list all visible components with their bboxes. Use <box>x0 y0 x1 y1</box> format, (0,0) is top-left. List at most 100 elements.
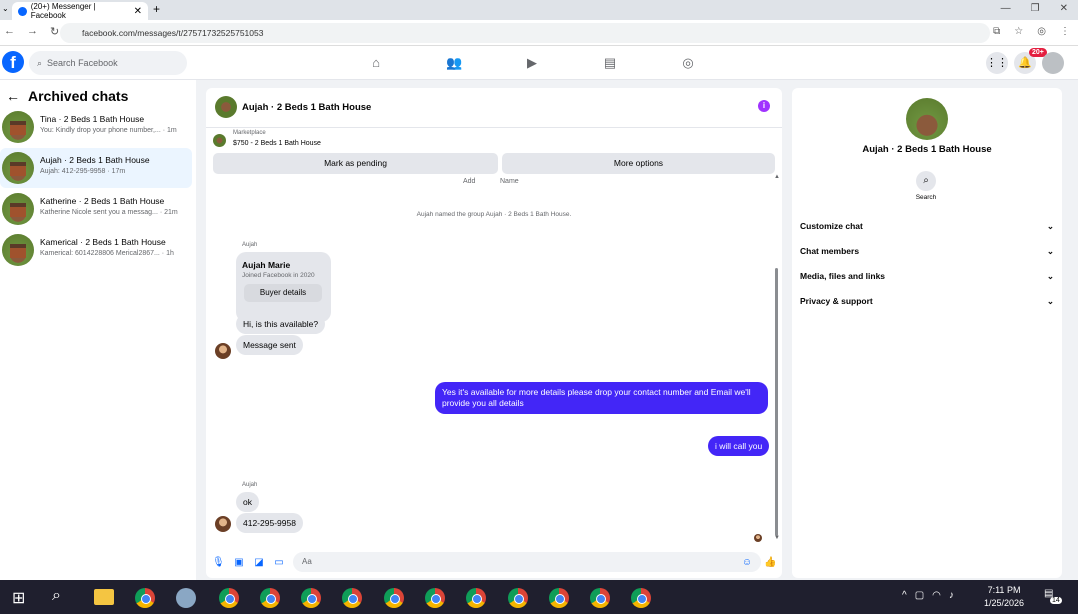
url-field[interactable]: facebook.com/messages/t/2757173252575105… <box>60 23 990 43</box>
listing-title[interactable]: $750 - 2 Beds 1 Bath House <box>233 140 321 147</box>
close-window-button[interactable]: ✕ <box>1060 3 1068 14</box>
chrome-profile-icon[interactable] <box>301 588 321 608</box>
info-icon[interactable]: i <box>758 100 770 112</box>
file-explorer-icon[interactable] <box>94 589 114 605</box>
chrome-profile-icon[interactable] <box>466 588 486 608</box>
marketplace-icon[interactable]: ▤ <box>602 55 618 71</box>
microphone-icon[interactable]: 🎙 <box>212 557 225 569</box>
chrome-profile-icon[interactable] <box>590 588 610 608</box>
chevron-down-icon: ⌄ <box>1046 271 1054 281</box>
my-message-bubble: Yes it's available for more details plea… <box>435 382 768 414</box>
more-options-button[interactable]: More options <box>502 153 775 174</box>
customize-chat-section[interactable]: Customize chat ⌄ <box>800 221 1054 232</box>
tab-close-icon[interactable]: ✕ <box>134 6 142 17</box>
media-files-links-section[interactable]: Media, files and links ⌄ <box>800 271 1054 282</box>
restore-button[interactable]: ❐ <box>1031 3 1040 14</box>
tab-list-icon[interactable]: ⌄ <box>2 4 9 13</box>
listing-thumbnail <box>213 134 226 147</box>
chrome-profile-icon[interactable] <box>260 588 280 608</box>
chat-preview: Katherine Nicole sent you a messag... · … <box>40 209 178 216</box>
chrome-profile-icon[interactable] <box>549 588 569 608</box>
chevron-down-icon: ⌄ <box>1046 296 1054 306</box>
sticker-icon[interactable]: ◪ <box>253 557 265 569</box>
message-input[interactable]: Aa <box>293 552 761 572</box>
conversation-panel: Aujah · 2 Beds 1 Bath House i Marketplac… <box>206 88 782 578</box>
facebook-header: f ⌕ Search Facebook ⌂ 👥 ▶ ▤ ◎ ⋮⋮ 🔔 20+ <box>0 46 1078 80</box>
menu-grid-icon[interactable]: ⋮⋮ <box>986 52 1008 74</box>
forward-icon[interactable]: → <box>27 25 38 38</box>
windows-start-icon[interactable]: ⊞ <box>12 588 25 608</box>
tab-title: (20+) Messenger | Facebook <box>30 2 96 20</box>
friends-icon[interactable]: 👥 <box>446 55 462 71</box>
back-icon[interactable]: ← <box>4 25 15 38</box>
gaming-icon[interactable]: ◎ <box>680 55 696 71</box>
conversation-avatar[interactable] <box>215 96 237 118</box>
name-label: Name <box>500 178 519 185</box>
gif-icon[interactable]: ▭ <box>273 557 285 569</box>
search-icon: ⌕ <box>37 57 43 68</box>
chrome-profile-icon-active[interactable] <box>508 588 528 608</box>
wifi-icon[interactable]: ◠ <box>932 590 941 601</box>
install-app-icon[interactable]: ⧉ <box>993 26 1000 37</box>
reload-icon[interactable]: ↻ <box>50 25 59 38</box>
message-scrollbar[interactable]: ▲ ▼ <box>774 174 780 548</box>
chat-info-avatar[interactable] <box>906 98 948 140</box>
buyer-name: Aujah Marie <box>242 260 291 270</box>
scroll-down-icon[interactable]: ▼ <box>774 535 780 541</box>
back-arrow-icon[interactable]: ← <box>6 88 20 104</box>
emoji-icon[interactable]: ☺ <box>741 557 753 569</box>
browser-menu-icon[interactable]: ⋮ <box>1060 26 1070 37</box>
scroll-thumb[interactable] <box>775 268 778 536</box>
privacy-support-section[interactable]: Privacy & support ⌄ <box>800 296 1054 307</box>
conversation-title[interactable]: Aujah · 2 Beds 1 Bath House <box>242 102 371 113</box>
chevron-up-icon[interactable]: ^ <box>902 590 907 601</box>
chrome-icon[interactable] <box>135 588 155 608</box>
chrome-profile-icon[interactable] <box>425 588 445 608</box>
chat-item[interactable]: Tina · 2 Beds 1 Bath House You: Kindly d… <box>0 107 192 147</box>
search-in-chat-icon[interactable]: ⌕ <box>916 171 936 191</box>
chrome-profile-icon[interactable] <box>384 588 404 608</box>
chat-item[interactable]: Kamerical · 2 Beds 1 Bath House Kamerica… <box>0 230 192 270</box>
scroll-up-icon[interactable]: ▲ <box>774 174 780 180</box>
app-icon[interactable] <box>176 588 196 608</box>
profile-avatar[interactable] <box>1042 52 1064 74</box>
volume-icon[interactable]: ♪ <box>949 590 954 601</box>
facebook-logo[interactable]: f <box>2 51 24 73</box>
chat-avatar <box>2 111 34 143</box>
marketplace-label: Marketplace <box>233 130 266 136</box>
url-text: facebook.com/messages/t/2757173252575105… <box>82 28 264 38</box>
new-tab-button[interactable]: + <box>153 2 160 16</box>
search-taskbar-icon[interactable]: ⌕ <box>52 587 61 605</box>
section-label: Media, files and links <box>800 271 886 281</box>
chat-avatar <box>2 193 34 225</box>
clock-time: 7:11 PM <box>987 585 1021 595</box>
like-thumb-icon[interactable]: 👍 <box>764 557 776 569</box>
minimize-button[interactable]: — <box>1001 3 1011 14</box>
browser-tab[interactable]: (20+) Messenger | Facebook ✕ <box>12 2 148 20</box>
chat-preview: Aujah: 412-295-9958 · 17m <box>40 168 126 175</box>
photo-icon[interactable]: ▣ <box>233 557 245 569</box>
chrome-profile-icon[interactable] <box>631 588 651 608</box>
search-label: Search <box>915 194 937 201</box>
home-icon[interactable]: ⌂ <box>368 55 384 71</box>
chat-item-active[interactable]: Aujah · 2 Beds 1 Bath House Aujah: 412-2… <box>0 148 192 188</box>
message-bubble: Hi, is this available? <box>236 314 326 334</box>
bookmark-star-icon[interactable]: ☆ <box>1014 26 1023 37</box>
clock-date: 1/25/2026 <box>984 598 1025 608</box>
search-placeholder: Search Facebook <box>47 58 118 68</box>
chat-item[interactable]: Katherine · 2 Beds 1 Bath House Katherin… <box>0 189 192 229</box>
video-icon[interactable]: ▶ <box>524 55 540 71</box>
chrome-profile-icon[interactable] <box>342 588 362 608</box>
system-clock[interactable]: 7:11 PM 1/25/2026 <box>984 584 1024 610</box>
facebook-search-input[interactable]: ⌕ Search Facebook <box>29 51 187 75</box>
chat-members-section[interactable]: Chat members ⌄ <box>800 246 1054 257</box>
sender-avatar[interactable] <box>215 343 231 359</box>
system-message: Aujah named the group Aujah · 2 Beds 1 B… <box>416 211 572 218</box>
meet-icon[interactable]: ▢ <box>915 590 924 601</box>
sender-avatar[interactable] <box>215 516 231 532</box>
conversation-header: Aujah · 2 Beds 1 Bath House i <box>206 88 782 128</box>
mark-pending-button[interactable]: Mark as pending <box>213 153 498 174</box>
extension-icon[interactable]: ◎ <box>1037 26 1046 37</box>
buyer-details-button[interactable]: Buyer details <box>244 284 322 302</box>
chrome-profile-icon[interactable] <box>219 588 239 608</box>
